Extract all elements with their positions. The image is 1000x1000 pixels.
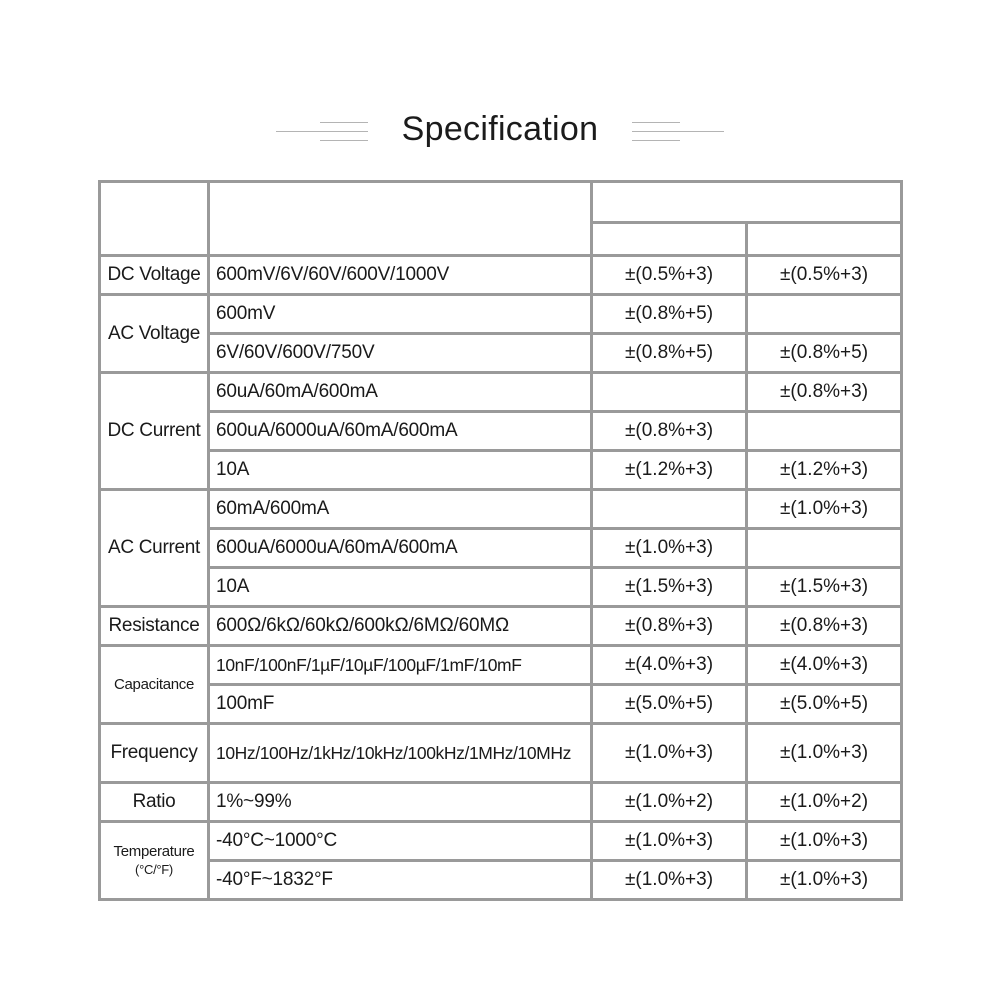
table-row: -40°F~1832°F ±(1.0%+3) ±(1.0%+3) <box>101 862 901 898</box>
accuracy-model-c-cell: ±(0.8%+5) <box>748 335 901 371</box>
specification-page: Specification Function Range Accuracy HT… <box>0 0 1000 1000</box>
accuracy-model-a-cell <box>593 491 745 527</box>
table-row: 100mF ±(5.0%+5) ±(5.0%+5) <box>101 686 901 722</box>
accuracy-model-c-cell: ±(1.5%+3) <box>748 569 901 605</box>
column-header-function: Function <box>101 183 207 254</box>
table-row: AC Current 60mA/600mA ±(1.0%+3) <box>101 491 901 605</box>
accuracy-model-a-cell: ±(1.0%+3) <box>593 823 745 859</box>
accuracy-model-a-cell: ±(0.8%+5) <box>593 296 745 332</box>
column-header-range: Range <box>210 183 590 254</box>
table-row: 10A ±(1.2%+3) ±(1.2%+3) <box>101 452 901 488</box>
accuracy-model-a-cell: ±(1.0%+3) <box>593 862 745 898</box>
page-title: Specification <box>401 110 599 148</box>
accuracy-model-a-cell: ±(1.0%+2) <box>593 784 745 820</box>
table-row: 6V/60V/600V/750V ±(0.8%+5) ±(0.8%+5) <box>101 335 901 371</box>
range-cell: 1%~99% <box>210 784 590 820</box>
accuracy-model-a-cell: ±(4.0%+3) <box>593 647 745 683</box>
column-header-model-a: HT118A (E5870) <box>593 224 745 254</box>
accuracy-model-c-cell: ±(0.5%+3) <box>748 257 901 293</box>
function-label: Temperature <box>113 842 195 860</box>
function-label: AC Voltage <box>107 322 201 344</box>
table-row: 600uA/6000uA/60mA/600mA ±(1.0%+3) <box>101 530 901 566</box>
table-row: 600uA/6000uA/60mA/600mA ±(0.8%+3) <box>101 413 901 449</box>
specification-table-wrap: Function Range Accuracy HT118A (E5870) H… <box>98 180 904 901</box>
accuracy-model-c-cell: ±(1.0%+3) <box>748 862 901 898</box>
accuracy-model-a-cell <box>593 374 745 410</box>
accuracy-model-a-cell: ±(0.8%+3) <box>593 413 745 449</box>
accuracy-model-a-cell: ±(1.0%+3) <box>593 530 745 566</box>
function-cell: AC Current <box>101 491 207 605</box>
table-row: Resistance 600Ω/6kΩ/60kΩ/600kΩ/6MΩ/60MΩ ±(… <box>101 608 901 644</box>
range-cell: 10Hz/100Hz/1kHz/10kHz/100kHz/1MHz/10MHz <box>210 725 590 781</box>
range-cell: 10A <box>210 569 590 605</box>
table-row: Frequency 10Hz/100Hz/1kHz/10kHz/100kHz/1M… <box>101 725 901 781</box>
range-cell: 60uA/60mA/600mA <box>210 374 590 410</box>
table-header: Function Range Accuracy HT118A (E5870) H… <box>101 183 901 254</box>
table-body: DC Voltage 600mV/6V/60V/600V/1000V ±(0.5%+… <box>101 257 901 898</box>
range-cell: 600Ω/6kΩ/60kΩ/600kΩ/6MΩ/60MΩ <box>210 608 590 644</box>
function-cell: Resistance <box>101 608 207 644</box>
function-label: Capacitance <box>113 675 195 693</box>
table-row: AC Voltage 600mV ±(0.8%+5) <box>101 296 901 371</box>
function-cell: Temperature (°C/°F) <box>101 823 207 898</box>
table-row: DC Voltage 600mV/6V/60V/600V/1000V ±(0.5%+… <box>101 257 901 293</box>
accuracy-model-c-cell <box>748 413 901 449</box>
range-cell: 10nF/100nF/1µF/10µF/100µF/1mF/10mF <box>210 647 590 683</box>
accuracy-model-c-cell: ±(1.0%+3) <box>748 491 901 527</box>
range-cell: 100mF <box>210 686 590 722</box>
function-cell: Frequency <box>101 725 207 781</box>
column-header-model-c: HT118C (E5871) <box>748 224 901 254</box>
function-label: Ratio <box>132 791 176 813</box>
column-header-accuracy: Accuracy <box>593 183 901 221</box>
function-label: DC Current <box>107 420 201 442</box>
accuracy-model-a-cell: ±(1.2%+3) <box>593 452 745 488</box>
accuracy-model-c-cell: ±(1.0%+2) <box>748 784 901 820</box>
table-row: Temperature (°C/°F) -40°C~1000°C ±(1.0%+3) ±… <box>101 823 901 898</box>
range-cell: 60mA/600mA <box>210 491 590 527</box>
accuracy-model-c-cell <box>748 530 901 566</box>
range-cell: 6V/60V/600V/750V <box>210 335 590 371</box>
accuracy-model-c-cell: ±(0.8%+3) <box>748 374 901 410</box>
table-row: Ratio 1%~99% ±(1.0%+2) ±(1.0%+2) <box>101 784 901 820</box>
table-row: DC Current 60uA/60mA/600mA ±(0.8%+3) <box>101 374 901 488</box>
triple-line-left-icon <box>275 109 368 149</box>
function-label: DC Voltage <box>107 264 201 286</box>
range-cell: 10A <box>210 452 590 488</box>
function-cell: DC Current <box>101 374 207 488</box>
range-cell: -40°F~1832°F <box>210 862 590 898</box>
triple-line-right-icon <box>632 109 725 149</box>
page-title-block: Specification <box>0 96 1000 162</box>
accuracy-model-a-cell: ±(1.5%+3) <box>593 569 745 605</box>
accuracy-model-a-cell: ±(1.0%+3) <box>593 725 745 781</box>
range-cell: 600mV <box>210 296 590 332</box>
range-cell: 600mV/6V/60V/600V/1000V <box>210 257 590 293</box>
function-cell: DC Voltage <box>101 257 207 293</box>
accuracy-model-a-cell: ±(0.8%+5) <box>593 335 745 371</box>
function-cell: AC Voltage <box>101 296 207 371</box>
function-label: Resistance <box>108 615 200 637</box>
function-cell: Ratio <box>101 784 207 820</box>
table-row: Capacitance 10nF/100nF/1µF/10µF/100µF/1mF… <box>101 647 901 722</box>
accuracy-model-c-cell: ±(1.2%+3) <box>748 452 901 488</box>
accuracy-model-c-cell: ±(0.8%+3) <box>748 608 901 644</box>
range-cell: 600uA/6000uA/60mA/600mA <box>210 530 590 566</box>
specification-table: Function Range Accuracy HT118A (E5870) H… <box>98 180 904 901</box>
function-label: Frequency <box>110 742 198 764</box>
accuracy-model-c-cell: ±(5.0%+5) <box>748 686 901 722</box>
table-row: 10A ±(1.5%+3) ±(1.5%+3) <box>101 569 901 605</box>
accuracy-model-c-cell: ±(1.0%+3) <box>748 725 901 781</box>
range-cell: 600uA/6000uA/60mA/600mA <box>210 413 590 449</box>
accuracy-model-a-cell: ±(0.8%+3) <box>593 608 745 644</box>
function-label: AC Current <box>107 537 201 559</box>
function-sublabel: (°C/°F) <box>135 862 173 878</box>
range-cell: -40°C~1000°C <box>210 823 590 859</box>
accuracy-model-a-cell: ±(0.5%+3) <box>593 257 745 293</box>
function-cell: Capacitance <box>101 647 207 722</box>
accuracy-model-c-cell <box>748 296 901 332</box>
accuracy-model-a-cell: ±(5.0%+5) <box>593 686 745 722</box>
accuracy-model-c-cell: ±(4.0%+3) <box>748 647 901 683</box>
accuracy-model-c-cell: ±(1.0%+3) <box>748 823 901 859</box>
table-header-row-top: Function Range Accuracy <box>101 183 901 254</box>
